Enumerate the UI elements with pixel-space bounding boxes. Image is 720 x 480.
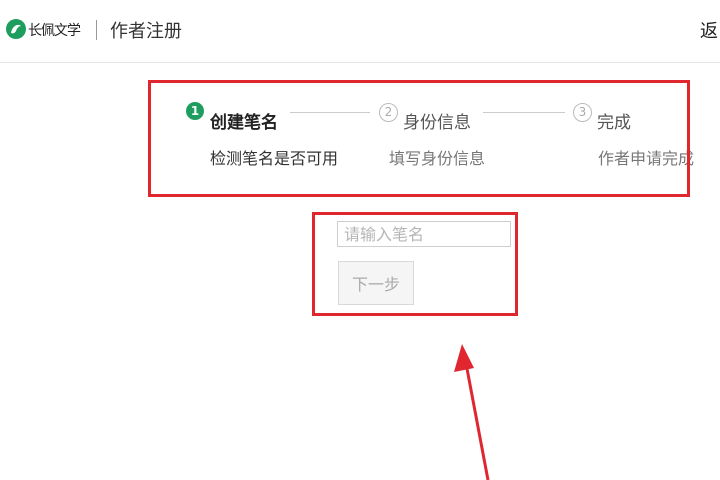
changpei-logo-icon[interactable] bbox=[5, 18, 27, 40]
logo-text[interactable]: 长佩文学 bbox=[28, 20, 81, 40]
header-divider bbox=[96, 20, 97, 40]
steps-highlight-box bbox=[148, 80, 690, 197]
page-title: 作者注册 bbox=[110, 21, 182, 42]
back-link[interactable]: 返 bbox=[700, 17, 718, 43]
top-header: 长佩文学 作者注册 返 bbox=[0, 0, 720, 63]
form-highlight-box bbox=[312, 212, 518, 316]
red-arrow-icon bbox=[454, 344, 490, 480]
